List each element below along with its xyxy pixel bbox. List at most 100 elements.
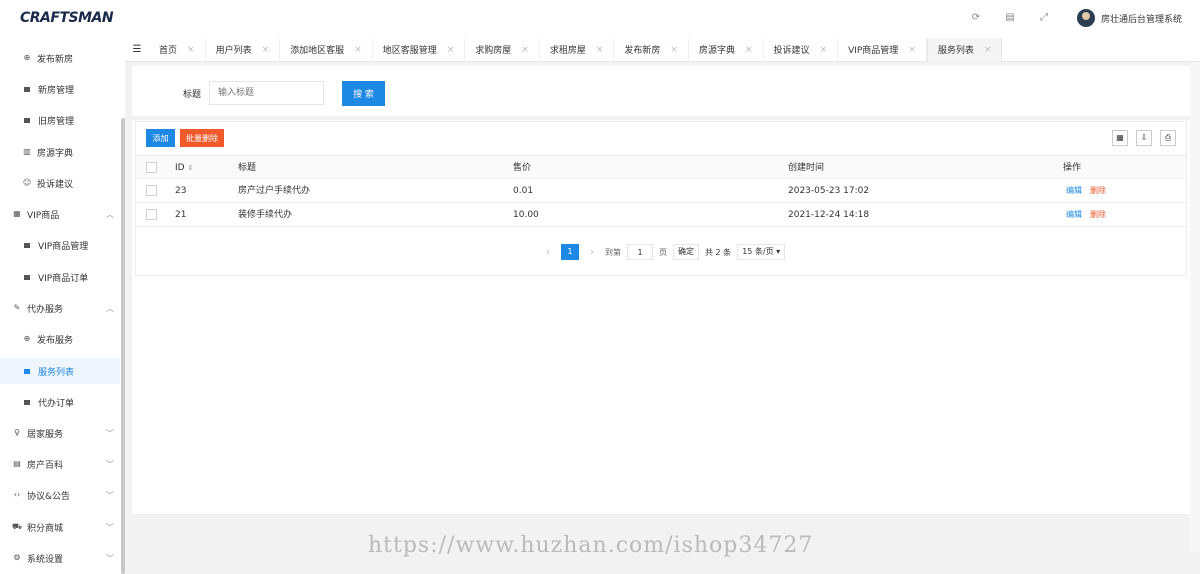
page-suffix: 页 [659, 247, 667, 257]
close-icon[interactable]: × [354, 45, 362, 55]
sidebar-item-agency-service[interactable]: ✎ 代办服务 ︿ [0, 295, 120, 321]
tab-label: 求租房屋 [549, 46, 586, 56]
sidebar-item-label: 房源字典 [37, 148, 74, 159]
batch-delete-button[interactable]: 批量删除 [180, 129, 224, 147]
sidebar-item-label: 发布新房 [37, 54, 74, 65]
header-id[interactable]: ID ⇕ [175, 156, 193, 180]
tab-home[interactable]: 首页 × [149, 37, 206, 62]
main-scrollbar[interactable] [1190, 62, 1200, 552]
sidebar-item-publish-service[interactable]: ⊕ 发布服务 [0, 326, 120, 352]
tab-label: 首页 [159, 46, 178, 56]
data-table: 添加 批量删除 ▦ ⇩ ⎙ ID ⇕ 标题 售价 创建时间 操作 23 房产过户手… [135, 121, 1187, 276]
close-icon[interactable]: × [262, 45, 270, 55]
sidebar-item-encyclopedia[interactable]: ▤ 房产百科 ﹀ [0, 451, 120, 477]
close-icon[interactable]: × [820, 45, 828, 55]
sidebar-item-system-settings[interactable]: ⚙ 系统设置 ﹀ [0, 545, 120, 571]
page-current[interactable]: 1 [561, 244, 579, 260]
sidebar-item-house-dict[interactable]: ▥ 房源字典 [0, 139, 120, 165]
top-icons: ⟳ ▤ ⤢ [970, 12, 1050, 24]
user-menu[interactable]: 房壮通后台管理系统 [1076, 9, 1182, 27]
prev-page-icon[interactable]: ‹ [541, 247, 555, 258]
sidebar-item-home-service[interactable]: ♀ 居家服务 ﹀ [0, 420, 120, 446]
sidebar-item-publish-new-house[interactable]: ⊕ 发布新房 [0, 45, 120, 71]
close-icon[interactable]: × [670, 45, 678, 55]
next-page-icon[interactable]: › [585, 247, 599, 258]
select-all-checkbox[interactable] [146, 162, 157, 173]
close-icon[interactable]: × [521, 45, 529, 55]
tab-add-region-service[interactable]: 添加地区客服 × [280, 37, 373, 62]
chevron-down-icon: ﹀ [106, 460, 114, 469]
menu-toggle-icon[interactable]: ☰ [125, 44, 149, 55]
table-header: ID ⇕ 标题 售价 创建时间 操作 [136, 155, 1186, 179]
row-checkbox[interactable] [146, 209, 157, 220]
sidebar-item-label: 代办服务 [27, 304, 64, 315]
sidebar-item-complaints[interactable]: ☺ 投诉建议 [0, 170, 120, 196]
tab-rent-house[interactable]: 求租房屋 × [540, 37, 615, 62]
sidebar-item-agency-orders[interactable]: 代办订单 [0, 389, 120, 415]
cell-price: 10.00 [513, 210, 539, 220]
sidebar-item-label: 新房管理 [38, 85, 75, 96]
trash-icon[interactable]: ▤ [1004, 12, 1016, 24]
cart-icon: ⛟ [12, 522, 23, 531]
per-page-value: 15 条/页 [742, 247, 774, 256]
chevron-down-icon: ﹀ [106, 554, 114, 563]
delete-link[interactable]: 删除 [1090, 186, 1106, 195]
tab-user-list[interactable]: 用户列表 × [206, 37, 281, 62]
chevron-down-icon: ﹀ [106, 491, 114, 500]
tab-region-service-manage[interactable]: 地区客服管理 × [373, 37, 466, 62]
avatar[interactable] [1076, 9, 1095, 27]
search-input[interactable] [209, 81, 324, 105]
page-confirm-button[interactable]: 确定 [673, 244, 699, 260]
sidebar-item-new-house-manage[interactable]: 新房管理 [0, 76, 120, 102]
sidebar-item-service-list[interactable]: 服务列表 [0, 358, 120, 384]
sidebar-item-agreements[interactable]: ‹› 协议&公告 ﹀ [0, 482, 120, 508]
tab-vip-goods-manage[interactable]: VIP商品管理 × [838, 37, 927, 62]
pagination: ‹ 1 › 到第 页 确定 共 2 条 15 条/页 ▾ [541, 244, 786, 260]
edit-link[interactable]: 编辑 [1066, 210, 1082, 219]
app-logo[interactable]: CRAFTSMAN [20, 10, 114, 26]
sidebar-item-label: 代办订单 [38, 398, 75, 409]
close-icon[interactable]: × [596, 45, 604, 55]
delete-link[interactable]: 删除 [1090, 210, 1106, 219]
tab-complaints[interactable]: 投诉建议 × [764, 37, 839, 62]
add-button[interactable]: 添加 [146, 129, 175, 147]
square-icon [24, 274, 30, 280]
close-icon[interactable]: × [447, 45, 455, 55]
close-icon[interactable]: × [187, 45, 195, 55]
export-icon[interactable]: ⇩ [1136, 130, 1152, 146]
chevron-up-icon: ︿ [106, 304, 114, 313]
page-input[interactable] [627, 244, 653, 260]
refresh-icon[interactable]: ⟳ [970, 12, 982, 24]
chevron-down-icon: ﹀ [106, 429, 114, 438]
search-button[interactable]: 搜 索 [342, 81, 385, 106]
tab-label: 投诉建议 [773, 46, 810, 56]
tab-house-dict[interactable]: 房源字典 × [689, 37, 764, 62]
fullscreen-icon[interactable]: ⤢ [1038, 12, 1050, 24]
tab-label: 发布新房 [624, 46, 661, 56]
sidebar-item-vip-goods-orders[interactable]: VIP商品订单 [0, 264, 120, 290]
sidebar-item-old-house-manage[interactable]: 旧房管理 [0, 107, 120, 133]
watermark: https://www.huzhan.com/ishop34727 [368, 533, 814, 558]
edit-link[interactable]: 编辑 [1066, 186, 1082, 195]
close-icon[interactable]: × [984, 45, 992, 55]
close-icon[interactable]: × [908, 45, 916, 55]
sidebar-item-vip-goods[interactable]: ▦ VIP商品 ︿ [0, 201, 120, 227]
print-icon[interactable]: ⎙ [1160, 130, 1176, 146]
cell-id: 23 [175, 186, 187, 196]
cell-title: 房产过户手续代办 [238, 186, 311, 196]
search-label: 标题 [183, 90, 202, 100]
sidebar-item-label: VIP商品 [27, 210, 60, 221]
tab-buy-house[interactable]: 求购房屋 × [465, 37, 540, 62]
per-page-select[interactable]: 15 条/页 ▾ [737, 244, 786, 260]
tab-publish-new-house[interactable]: 发布新房 × [614, 37, 689, 62]
header-id-label: ID [175, 163, 185, 173]
sort-icon[interactable]: ⇕ [188, 164, 194, 172]
sidebar-item-vip-goods-manage[interactable]: VIP商品管理 [0, 232, 120, 258]
row-checkbox[interactable] [146, 185, 157, 196]
sidebar-item-points-mall[interactable]: ⛟ 积分商城 ﹀ [0, 514, 120, 540]
close-icon[interactable]: × [745, 45, 753, 55]
columns-icon[interactable]: ▦ [1112, 130, 1128, 146]
header-title: 标题 [238, 163, 257, 173]
square-icon [24, 399, 30, 405]
tab-service-list[interactable]: 服务列表 × [926, 37, 1003, 62]
